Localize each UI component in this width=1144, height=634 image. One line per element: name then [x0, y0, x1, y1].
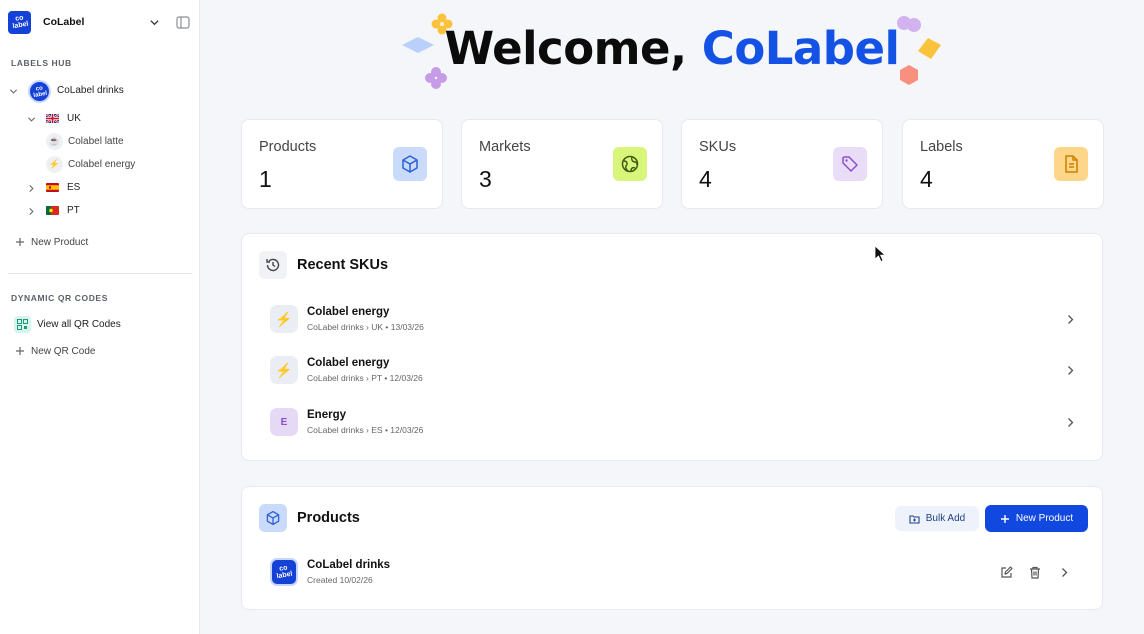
edit-icon[interactable]: [998, 564, 1014, 580]
stat-label: Labels: [920, 139, 963, 155]
stat-label: Markets: [479, 139, 531, 155]
globe-icon: [613, 147, 647, 181]
sku-name: Colabel energy: [307, 306, 390, 318]
welcome-heading: Welcome, CoLabel: [200, 22, 1144, 75]
qr-code-icon: [14, 316, 31, 333]
new-product-label: New Product: [31, 236, 89, 248]
es-flag-icon: [46, 183, 59, 192]
brand-avatar: co label: [28, 80, 51, 103]
welcome-prefix: Welcome,: [444, 22, 702, 75]
sku-row[interactable]: ⚡ Colabel energy CoLabel drinks › UK • 1…: [270, 304, 1090, 336]
products-panel: Products Bulk Add New Product co label Co…: [241, 486, 1103, 610]
workspace-logo: co label: [8, 10, 31, 34]
plus-icon: [1000, 514, 1010, 524]
tree-product-label: Colabel energy: [68, 159, 136, 170]
box-icon: [393, 147, 427, 181]
tree-brand-colabel-drinks[interactable]: co label CoLabel drinks: [8, 80, 192, 103]
dynamic-qr-title: DYNAMIC QR CODES: [11, 293, 108, 303]
bulk-add-button[interactable]: Bulk Add: [895, 506, 979, 531]
plus-icon: [14, 345, 26, 357]
chevron-right-icon[interactable]: [1064, 313, 1076, 325]
recent-skus-panel: Recent SKUs ⚡ Colabel energy CoLabel dri…: [241, 233, 1103, 461]
tree-market-label: PT: [67, 205, 80, 216]
stat-value: 4: [920, 166, 933, 192]
product-meta: Created 10/02/26: [307, 575, 373, 585]
stat-value: 4: [699, 166, 712, 192]
stat-value: 1: [259, 166, 272, 192]
tree-market-label: UK: [67, 113, 81, 124]
tree-product-colabel-latte[interactable]: ☕ Colabel latte: [44, 132, 192, 152]
sidebar-toggle-icon[interactable]: [174, 13, 192, 31]
lightning-icon: ⚡: [270, 356, 298, 384]
box-icon: [259, 504, 287, 532]
lightning-icon: ⚡: [270, 305, 298, 333]
sidebar-divider: [8, 273, 192, 274]
chevron-right-icon[interactable]: [26, 183, 36, 193]
history-icon: [259, 251, 287, 279]
tree-market-label: ES: [67, 182, 81, 193]
new-qr-code-label: New QR Code: [31, 345, 96, 357]
product-name: CoLabel drinks: [307, 559, 391, 571]
stat-card-markets[interactable]: Markets 3: [461, 119, 663, 209]
sku-meta: CoLabel drinks › PT • 12/03/26: [307, 373, 423, 383]
tree-market-uk[interactable]: UK: [26, 109, 192, 129]
stat-card-products[interactable]: Products 1: [241, 119, 443, 209]
workspace-logo-text: co label: [11, 14, 29, 31]
sku-meta: CoLabel drinks › UK • 13/03/26: [307, 322, 424, 332]
new-qr-code-link[interactable]: New QR Code: [14, 345, 95, 357]
chevron-right-icon[interactable]: [26, 206, 36, 216]
tree-market-pt[interactable]: PT: [26, 201, 192, 221]
new-product-link[interactable]: New Product: [14, 236, 88, 248]
tag-icon: [833, 147, 867, 181]
tree-market-es[interactable]: ES: [26, 178, 192, 198]
stat-label: Products: [259, 139, 317, 155]
folder-plus-icon: [909, 514, 920, 524]
tree-product-colabel-energy[interactable]: ⚡ Colabel energy: [44, 155, 192, 175]
stat-label: SKUs: [699, 139, 737, 155]
labels-hub-title: LABELS HUB: [11, 58, 72, 68]
new-product-label: New Product: [1015, 513, 1074, 524]
tree-product-label: Colabel latte: [68, 136, 124, 147]
chevron-down-icon[interactable]: [26, 114, 36, 124]
chevron-right-icon[interactable]: [1064, 416, 1076, 428]
coffee-cup-icon: ☕: [46, 133, 63, 150]
document-icon: [1054, 147, 1088, 181]
brand-avatar: co label: [270, 558, 298, 586]
chevron-right-icon[interactable]: [1064, 364, 1076, 376]
view-all-qr-codes-link[interactable]: View all QR Codes: [14, 316, 121, 333]
pt-flag-icon: [46, 206, 59, 215]
recent-skus-title: Recent SKUs: [297, 257, 389, 273]
trash-icon[interactable]: [1027, 564, 1043, 580]
sidebar: co label CoLabel LABELS HUB co label CoLa…: [0, 0, 200, 634]
product-row[interactable]: co label CoLabel drinks Created 10/02/26: [270, 557, 1090, 589]
chevron-down-icon[interactable]: [8, 86, 18, 96]
sku-name: Energy: [307, 409, 346, 421]
view-all-qr-label: View all QR Codes: [37, 319, 121, 330]
products-title: Products: [297, 510, 360, 526]
workspace-name: CoLabel: [43, 16, 85, 28]
main-content: Welcome, CoLabel Products 1 Markets 3 SK…: [200, 0, 1144, 634]
tree-brand-label: CoLabel drinks: [57, 85, 124, 96]
sku-row[interactable]: E Energy CoLabel drinks › ES • 12/03/26: [270, 407, 1090, 439]
stat-card-labels[interactable]: Labels 4: [902, 119, 1104, 209]
sku-row[interactable]: ⚡ Colabel energy CoLabel drinks › PT • 1…: [270, 355, 1090, 387]
sku-name: Colabel energy: [307, 357, 390, 369]
sku-letter-avatar: E: [270, 408, 298, 436]
lightning-icon: ⚡: [46, 156, 63, 173]
bulk-add-label: Bulk Add: [925, 513, 966, 524]
workspace-switcher[interactable]: co label CoLabel: [8, 10, 192, 34]
mouse-cursor-icon: [874, 245, 886, 263]
new-product-button[interactable]: New Product: [985, 505, 1088, 532]
welcome-name: CoLabel: [701, 22, 900, 75]
stat-value: 3: [479, 166, 492, 192]
sku-meta: CoLabel drinks › ES • 12/03/26: [307, 425, 424, 435]
plus-icon: [14, 236, 26, 248]
stat-card-skus[interactable]: SKUs 4: [681, 119, 883, 209]
chevron-down-icon[interactable]: [146, 14, 162, 30]
chevron-right-icon[interactable]: [1058, 566, 1070, 578]
uk-flag-icon: [46, 114, 59, 123]
